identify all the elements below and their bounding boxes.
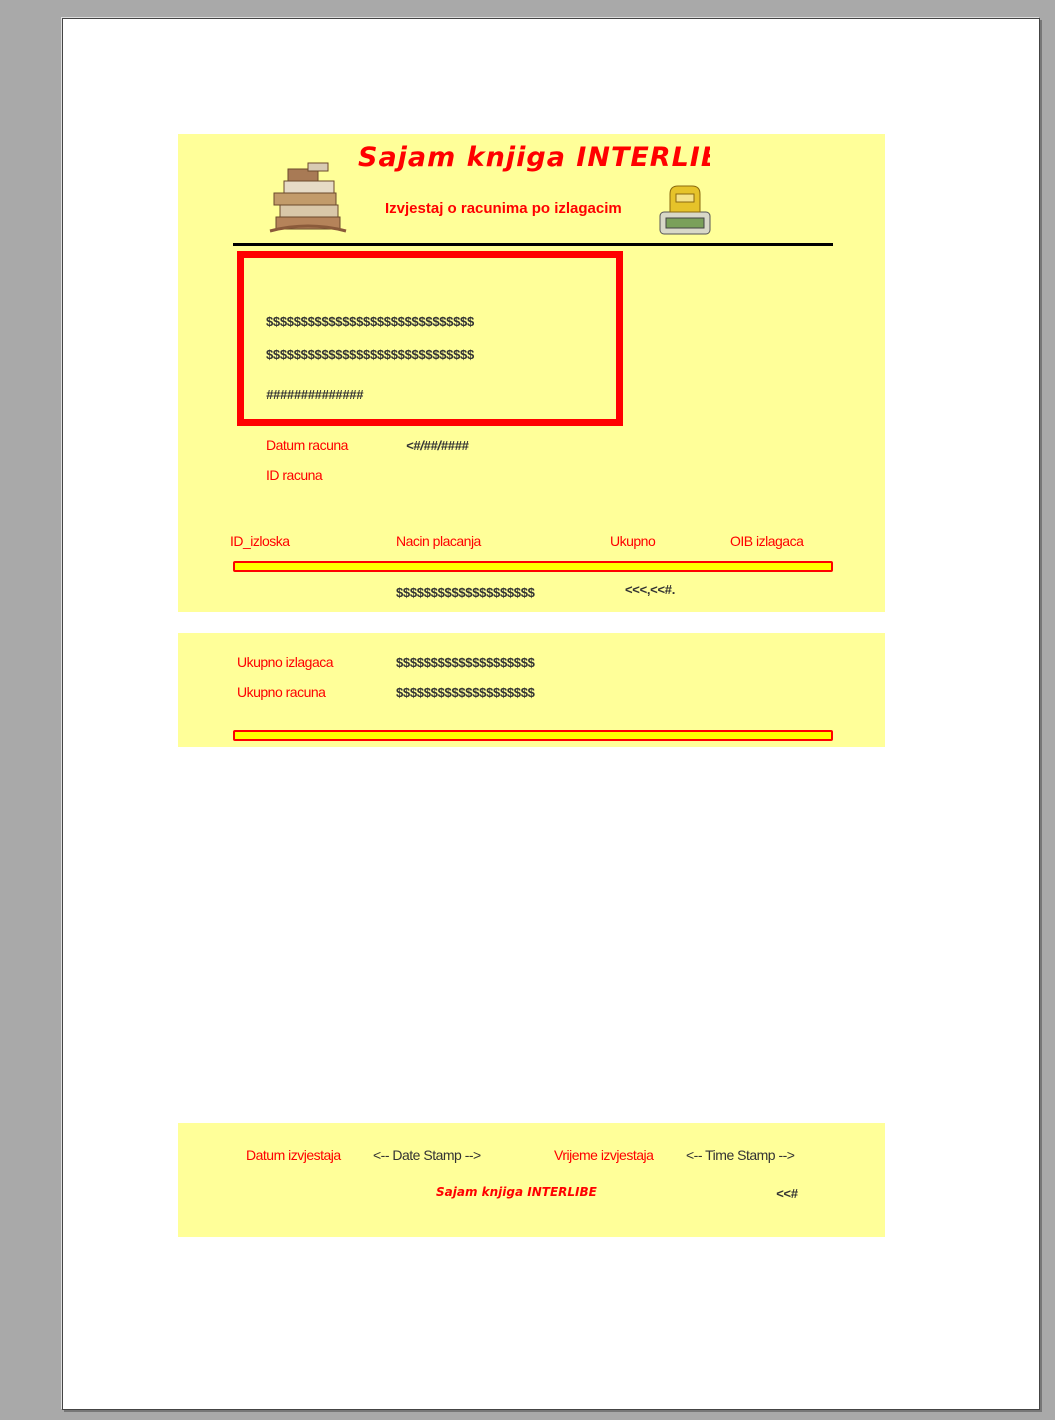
col-nacin-placanja: Nacin placanja (396, 533, 481, 549)
report-subtitle: Izvjestaj o racunima po izlagacim (385, 200, 622, 217)
datum-racuna-value: <#/##/#### (406, 438, 469, 453)
ukupno-izlagaca-value: $$$$$$$$$$$$$$$$$$$$ (396, 655, 535, 670)
header-divider (233, 243, 833, 246)
header-band: Sajam knjiga INTERLIBEF Izvjestaj o racu… (178, 134, 885, 612)
col-oib-izlagaca: OIB izlagaca (730, 533, 804, 549)
ukupno-racuna-value: $$$$$$$$$$$$$$$$$$$$ (396, 685, 535, 700)
time-stamp: <-- Time Stamp --> (686, 1147, 795, 1163)
footer-band: Datum izvjestaja <-- Date Stamp --> Vrij… (178, 1123, 885, 1237)
col-ukupno: Ukupno (610, 533, 656, 549)
cash-register-icon (659, 185, 711, 235)
ukupno-izlagaca-label: Ukupno izlagaca (237, 654, 334, 670)
datum-racuna-label: Datum racuna (266, 437, 348, 453)
info-line-2: $$$$$$$$$$$$$$$$$$$$$$$$$$$$$$ (266, 347, 474, 362)
books-stack-icon (269, 162, 347, 233)
info-line-3: ############## (266, 387, 364, 402)
vrijeme-izvjestaja-label: Vrijeme izvjestaja (554, 1147, 654, 1163)
ukupno-racuna-label: Ukupno racuna (237, 684, 326, 700)
footer-title: Sajam knjiga INTERLIBE (436, 1185, 597, 1199)
info-line-1: $$$$$$$$$$$$$$$$$$$$$$$$$$$$$$ (266, 314, 474, 329)
summary-divider-bar (233, 730, 833, 741)
columns-divider-bar (233, 561, 833, 572)
row-nacin-value: $$$$$$$$$$$$$$$$$$$$ (396, 585, 535, 600)
page-number: <<# (776, 1186, 798, 1201)
date-stamp: <-- Date Stamp --> (373, 1147, 481, 1163)
id-racuna-label: ID racuna (266, 467, 323, 483)
report-title: Sajam knjiga INTERLIBEF (358, 142, 710, 173)
summary-band: Ukupno izlagaca $$$$$$$$$$$$$$$$$$$$ Uku… (178, 633, 885, 747)
col-id-izloska: ID_izloska (230, 533, 290, 549)
report-page: Sajam knjiga INTERLIBEF Izvjestaj o racu… (62, 18, 1040, 1410)
row-ukupno-value: <<<,<<#. (625, 582, 676, 597)
datum-izvjestaja-label: Datum izvjestaja (246, 1147, 341, 1163)
